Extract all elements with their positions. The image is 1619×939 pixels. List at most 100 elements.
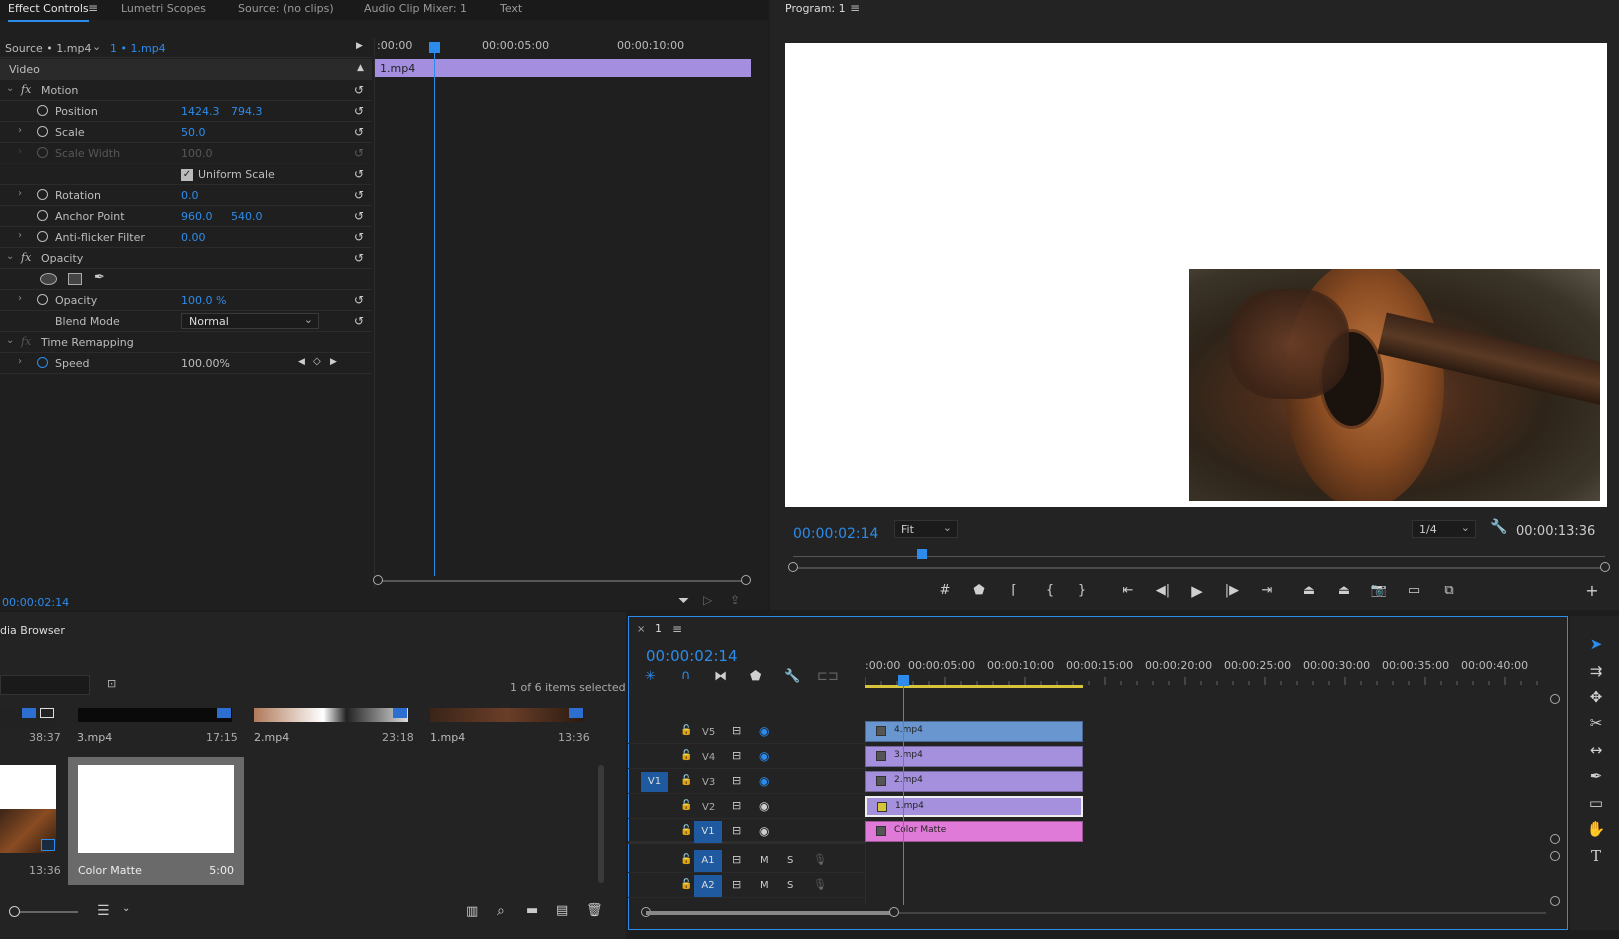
clip-4mp4[interactable]: 4.mp4 (865, 721, 1083, 742)
eye-icon[interactable]: ◉ (759, 799, 769, 813)
tab-audio-clip-mixer[interactable]: Audio Clip Mixer: 1 (364, 2, 467, 15)
clip-3mp4[interactable]: 3.mp4 (865, 746, 1083, 767)
reset-icon[interactable]: ↺ (354, 83, 364, 97)
lift-icon[interactable]: ⏏ (1299, 583, 1319, 598)
antiflicker-value[interactable]: 0.00 (181, 231, 206, 244)
anchor-x-value[interactable]: 960.0 (181, 210, 213, 223)
zoom-handle-right[interactable] (741, 575, 751, 585)
v-scroll-handle[interactable] (1550, 694, 1560, 704)
collapse-arrow-icon[interactable]: ▶ (356, 41, 363, 51)
scroll-up-icon[interactable]: ▲ (357, 63, 364, 73)
rectangle-tool-icon[interactable]: ▭ (1583, 794, 1609, 816)
clip-2mp4[interactable]: 2.mp4 (865, 771, 1083, 792)
tab-effect-controls[interactable]: Effect Controls (8, 2, 89, 22)
track-select-tool-icon[interactable]: ⇉ (1583, 662, 1609, 684)
mute-button[interactable]: M (760, 880, 769, 891)
reset-icon[interactable]: ↺ (354, 125, 364, 139)
lock-icon[interactable]: 🔓 (680, 800, 692, 811)
opacity-group-row[interactable]: ⌄ fx Opacity ↺ (0, 248, 372, 269)
lock-icon[interactable]: 🔓 (680, 775, 692, 786)
zoom-slider[interactable] (9, 906, 78, 917)
reset-icon[interactable]: ↺ (354, 314, 364, 328)
chevron-down-icon[interactable]: ⌄ (122, 903, 130, 914)
position-x-value[interactable]: 1424.3 (181, 105, 220, 118)
step-forward-icon[interactable]: |▶ (1222, 583, 1242, 598)
wrench-icon[interactable]: 🔧 (784, 669, 800, 684)
add-marker-icon[interactable]: ⬟ (750, 669, 761, 684)
add-keyframe-icon[interactable]: ◇ (313, 356, 321, 367)
tab-media-browser[interactable]: dia Browser (0, 624, 65, 637)
go-to-in-icon[interactable]: ⇤ (1118, 583, 1138, 598)
stopwatch-icon[interactable] (37, 231, 48, 242)
clip-1mp4[interactable]: 1.mp4 (865, 796, 1083, 817)
program-scrub-bar[interactable] (788, 562, 1610, 572)
chevron-down-icon[interactable]: ⌄ (6, 83, 14, 94)
timeline-playhead-line[interactable] (903, 680, 904, 905)
reset-icon[interactable]: ↺ (354, 188, 364, 202)
media-thumb-2mp4[interactable] (254, 708, 408, 722)
solo-button[interactable]: S (787, 855, 793, 866)
mark-out-bracket-icon[interactable]: } (1072, 583, 1092, 598)
chevron-right-icon[interactable]: › (18, 293, 22, 304)
rectangle-mask-icon[interactable] (68, 273, 82, 285)
eye-icon[interactable]: ◉ (759, 824, 769, 838)
sync-lock-icon[interactable]: ⊟ (732, 724, 741, 737)
step-back-icon[interactable]: ◀| (1153, 583, 1173, 598)
stopwatch-icon[interactable] (37, 210, 48, 221)
pen-tool-icon[interactable]: ✒ (1583, 767, 1609, 789)
stopwatch-icon[interactable] (37, 357, 48, 368)
opacity-value[interactable]: 100.0 % (181, 294, 226, 307)
lock-icon[interactable]: 🔓 (680, 825, 692, 836)
zoom-slider-handle[interactable] (9, 906, 20, 917)
close-icon[interactable]: × (637, 624, 645, 635)
quality-select[interactable]: 1/4 ⌄ (1412, 520, 1476, 538)
eye-hidden-icon[interactable]: ◉ (759, 774, 769, 788)
program-mini-ruler[interactable] (793, 556, 1605, 557)
v-scroll-handle[interactable] (1550, 834, 1560, 844)
timeline-h-scrollbar[interactable] (641, 907, 1546, 917)
multicam-icon[interactable]: ⧉ (1439, 583, 1459, 598)
selection-tool-icon[interactable]: ➤ (1583, 635, 1609, 657)
snap-magnet-icon[interactable]: ∩ (681, 668, 691, 683)
reset-icon[interactable]: ↺ (354, 209, 364, 223)
h-scroll-thumb[interactable] (646, 911, 894, 915)
tab-program[interactable]: Program: 1 (785, 2, 846, 15)
stopwatch-icon[interactable] (37, 105, 48, 116)
mute-button[interactable]: M (760, 855, 769, 866)
chevron-right-icon[interactable]: › (18, 188, 22, 199)
safe-margins-icon[interactable]: ▭ (1404, 583, 1424, 598)
chevron-right-icon[interactable]: › (18, 230, 22, 241)
ripple-edit-tool-icon[interactable]: ✥ (1583, 688, 1609, 710)
scroll-handle-right[interactable] (1600, 562, 1610, 572)
tab-source[interactable]: Source: (no clips) (238, 2, 334, 15)
add-button-icon[interactable]: + (1582, 581, 1602, 600)
track-target-a2[interactable]: A2 (694, 875, 722, 897)
lock-icon[interactable]: 🔓 (680, 854, 692, 865)
eye-hidden-icon[interactable]: ◉ (759, 724, 769, 738)
anchor-y-value[interactable]: 540.0 (231, 210, 263, 223)
camera-search-icon[interactable]: ⊡ (107, 677, 116, 690)
mic-icon[interactable]: 🎙 (813, 853, 827, 866)
mark-in-icon[interactable]: ⌈ (1004, 583, 1024, 598)
linked-selection-icon[interactable]: ⧓ (714, 669, 727, 684)
media-thumb-3mp4[interactable] (78, 708, 232, 722)
h-scroll-handle-right[interactable] (889, 907, 899, 917)
ec-timecode[interactable]: 00:00:02:14 (2, 596, 69, 609)
program-playhead[interactable] (917, 549, 927, 559)
fx-icon[interactable]: fx (21, 251, 31, 264)
tab-text[interactable]: Text (500, 2, 522, 15)
track-target-a1[interactable]: A1 (694, 850, 722, 872)
wrench-icon[interactable]: 🔧 (1490, 519, 1507, 535)
hand-tool-icon[interactable]: ✋ (1583, 820, 1609, 842)
chevron-down-icon[interactable]: ⌄ (6, 335, 14, 346)
stopwatch-icon[interactable] (37, 126, 48, 137)
extract-icon[interactable]: ⏏ (1334, 583, 1354, 598)
panel-menu-icon[interactable]: ≡ (672, 622, 682, 636)
add-marker-icon[interactable]: ⬟ (969, 583, 989, 598)
captions-icon[interactable]: ⊏⊐ (817, 669, 839, 684)
go-to-out-icon[interactable]: ⇥ (1257, 583, 1277, 598)
slip-tool-icon[interactable]: ↔ (1583, 741, 1609, 763)
sync-lock-icon[interactable]: ⊟ (732, 824, 741, 837)
time-remapping-row[interactable]: ⌄ fx Time Remapping (0, 332, 372, 353)
sync-lock-icon[interactable]: ⊟ (732, 774, 741, 787)
